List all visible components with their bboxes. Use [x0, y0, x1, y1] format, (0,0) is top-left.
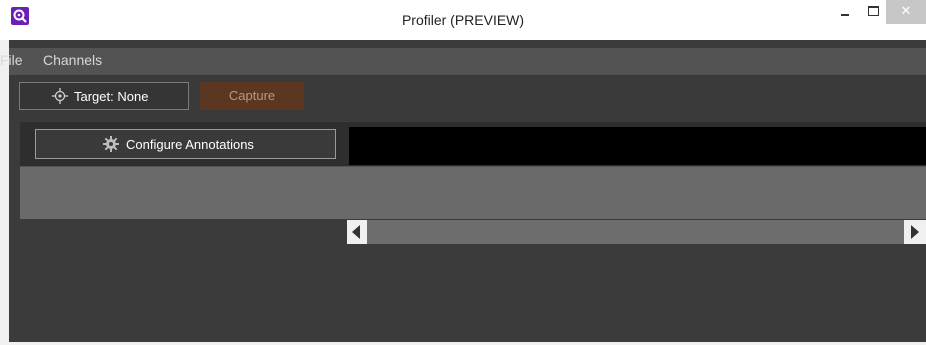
arrow-right-icon[interactable]: [904, 220, 926, 244]
scroll-track[interactable]: [367, 220, 904, 244]
window-title: Profiler (PREVIEW): [401, 12, 525, 28]
close-icon: ✕: [900, 3, 912, 18]
title-bar: Profiler (PREVIEW) ✕: [0, 0, 926, 40]
arrow-left-icon[interactable]: [347, 220, 367, 244]
configure-annotations-button[interactable]: Configure Annotations: [35, 129, 336, 159]
timeline-track[interactable]: [349, 127, 926, 165]
target-label: Target: None: [74, 89, 149, 104]
client-area: File Channels Target: None Capture Confi…: [0, 40, 926, 342]
capture-button[interactable]: Capture: [200, 82, 304, 110]
gear-icon: [103, 136, 119, 155]
target-button[interactable]: Target: None: [19, 82, 189, 110]
menu-bar: File Channels: [0, 48, 926, 75]
configure-annotations-label: Configure Annotations: [126, 137, 254, 152]
capture-label: Capture: [228, 88, 276, 103]
crosshair-icon: [52, 88, 68, 107]
annotations-row: Configure Annotations: [20, 122, 926, 166]
close-button[interactable]: ✕: [886, 0, 926, 24]
minimize-button[interactable]: [830, 0, 860, 24]
menu-file[interactable]: File: [0, 52, 23, 68]
menu-channels[interactable]: Channels: [43, 52, 102, 68]
maximize-button[interactable]: [860, 0, 888, 24]
timeline-band: [20, 166, 926, 219]
profiler-window: Profiler (PREVIEW) ✕ File Channels Targe…: [0, 0, 926, 345]
toolbar: Target: None Capture: [9, 75, 926, 121]
horizontal-scrollbar[interactable]: [338, 218, 926, 246]
